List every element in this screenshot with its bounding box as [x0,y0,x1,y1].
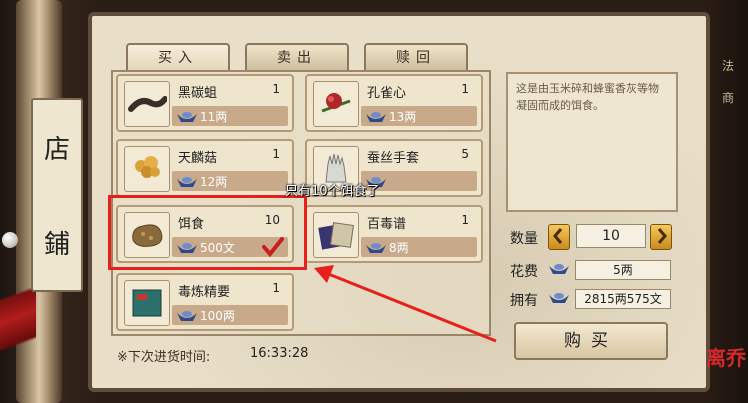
item-qty: 1 [461,82,469,96]
item-name: 百毒谱 [367,217,407,232]
silver-ingot-icon [177,177,197,187]
increase-quantity-button[interactable] [650,224,672,250]
item-price: 11两 [200,110,228,124]
mushroom-icon [124,146,170,192]
cost-value: 5两 [575,260,671,280]
item-name: 天麟菇 [178,151,218,166]
item-qty: 1 [461,213,469,227]
poison-book-icon [313,212,359,258]
annotation-arrow [314,265,497,343]
item-card[interactable]: 天麟菇 1 12两 [116,139,294,197]
shop-title-char-1: 店 [43,135,70,165]
pearl-ornament [2,232,18,248]
item-name: 孔雀心 [367,86,407,101]
item-price: 13两 [389,110,417,124]
item-card[interactable]: 黑碳蛆 1 11两 [116,74,294,132]
right-edge-text-1: 法 [722,59,735,73]
owned-label: 拥有 [510,293,538,309]
item-price: 100两 [200,309,235,323]
game-logo: 离乔 [706,346,746,370]
shop-title-plaque: 店 鋪 [31,98,83,292]
restock-label: ※下次进货时间: [117,350,211,365]
item-name: 蚕丝手套 [367,151,420,166]
item-qty: 1 [272,82,280,96]
right-edge-menu: 法 商 [722,50,746,114]
quantity-label: 数量 [510,231,538,247]
quantity-input[interactable]: 10 [576,224,646,248]
shop-title-char-2: 鋪 [43,230,70,260]
item-name: 黑碳蛆 [178,86,218,101]
decrease-quantity-button[interactable] [548,224,570,250]
silver-ingot-icon [549,293,569,303]
right-edge-text-2: 商 [722,91,735,105]
item-description: 这是由玉米碎和蜂蜜香灰等物凝固而成的饵食。 [506,72,678,212]
item-name: 毒炼精要 [178,285,231,300]
restock-time: 16:33:28 [250,346,309,361]
silver-ingot-icon [549,264,569,274]
double-right-arrow-icon [657,228,667,244]
silver-ingot-icon [366,112,386,122]
item-card[interactable]: 孔雀心 1 13两 [305,74,483,132]
double-left-arrow-icon [553,228,563,244]
annotation-highlight-box [108,195,307,270]
buy-button[interactable]: 购买 [514,322,668,360]
item-qty: 1 [272,281,280,295]
cost-label: 花费 [510,264,538,280]
item-price: 12两 [200,175,228,189]
tab-buy[interactable]: 买入 [126,43,230,71]
peacock-heart-icon [313,81,359,127]
black-worm-icon [124,81,170,127]
poison-manual-icon [124,280,170,326]
item-card[interactable]: 毒炼精要 1 100两 [116,273,294,331]
item-qty: 5 [461,147,469,161]
tab-sell[interactable]: 卖出 [245,43,349,71]
annotation-tooltip: 只有10个饵食了 [285,184,380,199]
silver-ingot-icon [177,311,197,321]
item-qty: 1 [272,147,280,161]
tab-redeem[interactable]: 赎回 [364,43,468,71]
silver-ingot-icon [177,112,197,122]
silver-ingot-icon [366,243,386,253]
owned-value: 2815两575文 [575,289,671,309]
item-price: 8两 [389,241,409,255]
